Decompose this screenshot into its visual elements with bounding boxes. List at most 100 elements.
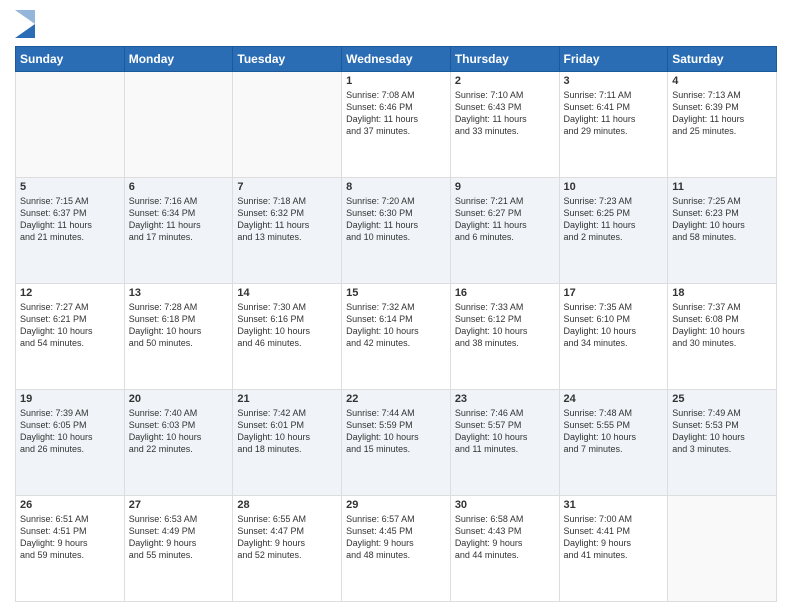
day-cell: 12 Sunrise: 7:27 AM Sunset: 6:21 PM Dayli… — [16, 284, 125, 390]
day-number: 4 — [672, 75, 772, 87]
day-cell: 26 Sunrise: 6:51 AM Sunset: 4:51 PM Dayli… — [16, 496, 125, 602]
day-info: Sunrise: 7:35 AM Sunset: 6:10 PM Dayligh… — [564, 301, 664, 350]
day-cell: 25 Sunrise: 7:49 AM Sunset: 5:53 PM Dayli… — [668, 390, 777, 496]
day-info: Sunrise: 7:18 AM Sunset: 6:32 PM Dayligh… — [237, 195, 337, 244]
day-number: 26 — [20, 499, 120, 511]
day-number: 2 — [455, 75, 555, 87]
day-number: 30 — [455, 499, 555, 511]
day-info: Sunrise: 7:25 AM Sunset: 6:23 PM Dayligh… — [672, 195, 772, 244]
day-cell: 27Sunrise: 6:53 AM Sunset: 4:49 PM Dayli… — [124, 496, 233, 602]
day-cell: 31 Sunrise: 7:00 AM Sunset: 4:41 PM Dayli… — [559, 496, 668, 602]
day-number: 14 — [237, 287, 337, 299]
day-number: 24 — [564, 393, 664, 405]
weekday-header-row: SundayMondayTuesdayWednesdayThursdayFrid… — [16, 47, 777, 72]
weekday-header-thursday: Thursday — [450, 47, 559, 72]
day-cell: 9 Sunrise: 7:21 AM Sunset: 6:27 PM Daylig… — [450, 178, 559, 284]
day-number: 23 — [455, 393, 555, 405]
day-cell: 11 Sunrise: 7:25 AM Sunset: 6:23 PM Dayli… — [668, 178, 777, 284]
day-cell: 30 Sunrise: 6:58 AM Sunset: 4:43 PM Dayli… — [450, 496, 559, 602]
day-info: Sunrise: 7:11 AM Sunset: 6:41 PM Dayligh… — [564, 89, 664, 138]
day-number: 12 — [20, 287, 120, 299]
day-number: 25 — [672, 393, 772, 405]
header — [15, 10, 777, 38]
day-info: Sunrise: 7:27 AM Sunset: 6:21 PM Dayligh… — [20, 301, 120, 350]
day-info: Sunrise: 7:46 AM Sunset: 5:57 PM Dayligh… — [455, 407, 555, 456]
day-cell: 13Sunrise: 7:28 AM Sunset: 6:18 PM Dayli… — [124, 284, 233, 390]
day-cell: 10 Sunrise: 7:23 AM Sunset: 6:25 PM Dayli… — [559, 178, 668, 284]
day-info: Sunrise: 6:55 AM Sunset: 4:47 PM Dayligh… — [237, 513, 337, 562]
day-info: Sunrise: 7:42 AM Sunset: 6:01 PM Dayligh… — [237, 407, 337, 456]
day-number: 13 — [129, 287, 229, 299]
day-number: 5 — [20, 181, 120, 193]
day-cell — [16, 72, 125, 178]
day-cell: 28 Sunrise: 6:55 AM Sunset: 4:47 PM Dayli… — [233, 496, 342, 602]
day-cell: 14 Sunrise: 7:30 AM Sunset: 6:16 PM Dayli… — [233, 284, 342, 390]
day-number: 27 — [129, 499, 229, 511]
day-number: 8 — [346, 181, 446, 193]
day-cell: 4 Sunrise: 7:13 AM Sunset: 6:39 PM Daylig… — [668, 72, 777, 178]
day-cell — [124, 72, 233, 178]
day-number: 29 — [346, 499, 446, 511]
day-cell: 19 Sunrise: 7:39 AM Sunset: 6:05 PM Dayli… — [16, 390, 125, 496]
weekday-header-tuesday: Tuesday — [233, 47, 342, 72]
day-cell: 6 Sunrise: 7:16 AM Sunset: 6:34 PM Daylig… — [124, 178, 233, 284]
day-info: Sunrise: 7:48 AM Sunset: 5:55 PM Dayligh… — [564, 407, 664, 456]
day-info: Sunrise: 7:39 AM Sunset: 6:05 PM Dayligh… — [20, 407, 120, 456]
day-number: 22 — [346, 393, 446, 405]
day-info: Sunrise: 7:21 AM Sunset: 6:27 PM Dayligh… — [455, 195, 555, 244]
day-number: 7 — [237, 181, 337, 193]
day-info: Sunrise: 7:30 AM Sunset: 6:16 PM Dayligh… — [237, 301, 337, 350]
week-row-5: 26 Sunrise: 6:51 AM Sunset: 4:51 PM Dayli… — [16, 496, 777, 602]
day-number: 6 — [129, 181, 229, 193]
day-number: 3 — [564, 75, 664, 87]
day-number: 15 — [346, 287, 446, 299]
day-info: Sunrise: 7:33 AM Sunset: 6:12 PM Dayligh… — [455, 301, 555, 350]
day-number: 11 — [672, 181, 772, 193]
week-row-3: 12 Sunrise: 7:27 AM Sunset: 6:21 PM Dayli… — [16, 284, 777, 390]
logo-icon — [15, 10, 35, 38]
day-number: 16 — [455, 287, 555, 299]
day-info: Sunrise: 7:08 AM Sunset: 6:46 PM Dayligh… — [346, 89, 446, 138]
day-cell: 23 Sunrise: 7:46 AM Sunset: 5:57 PM Dayli… — [450, 390, 559, 496]
day-number: 9 — [455, 181, 555, 193]
day-number: 31 — [564, 499, 664, 511]
day-cell: 5 Sunrise: 7:15 AM Sunset: 6:37 PM Daylig… — [16, 178, 125, 284]
day-info: Sunrise: 7:37 AM Sunset: 6:08 PM Dayligh… — [672, 301, 772, 350]
day-info: Sunrise: 7:15 AM Sunset: 6:37 PM Dayligh… — [20, 195, 120, 244]
day-info: Sunrise: 7:49 AM Sunset: 5:53 PM Dayligh… — [672, 407, 772, 456]
day-cell: 7 Sunrise: 7:18 AM Sunset: 6:32 PM Daylig… — [233, 178, 342, 284]
day-cell: 15Sunrise: 7:32 AM Sunset: 6:14 PM Dayli… — [342, 284, 451, 390]
day-cell: 22Sunrise: 7:44 AM Sunset: 5:59 PM Dayli… — [342, 390, 451, 496]
calendar-table: SundayMondayTuesdayWednesdayThursdayFrid… — [15, 46, 777, 602]
day-cell: 17Sunrise: 7:35 AM Sunset: 6:10 PM Dayli… — [559, 284, 668, 390]
day-info: Sunrise: 6:57 AM Sunset: 4:45 PM Dayligh… — [346, 513, 446, 562]
day-cell: 20Sunrise: 7:40 AM Sunset: 6:03 PM Dayli… — [124, 390, 233, 496]
page: SundayMondayTuesdayWednesdayThursdayFrid… — [0, 0, 792, 612]
day-cell — [233, 72, 342, 178]
day-number: 19 — [20, 393, 120, 405]
day-number: 1 — [346, 75, 446, 87]
day-info: Sunrise: 7:16 AM Sunset: 6:34 PM Dayligh… — [129, 195, 229, 244]
day-info: Sunrise: 7:00 AM Sunset: 4:41 PM Dayligh… — [564, 513, 664, 562]
day-number: 21 — [237, 393, 337, 405]
day-cell: 1 Sunrise: 7:08 AM Sunset: 6:46 PM Daylig… — [342, 72, 451, 178]
day-cell: 29 Sunrise: 6:57 AM Sunset: 4:45 PM Dayli… — [342, 496, 451, 602]
logo — [15, 10, 39, 38]
week-row-1: 1 Sunrise: 7:08 AM Sunset: 6:46 PM Daylig… — [16, 72, 777, 178]
day-number: 18 — [672, 287, 772, 299]
day-info: Sunrise: 7:23 AM Sunset: 6:25 PM Dayligh… — [564, 195, 664, 244]
day-info: Sunrise: 7:13 AM Sunset: 6:39 PM Dayligh… — [672, 89, 772, 138]
week-row-2: 5 Sunrise: 7:15 AM Sunset: 6:37 PM Daylig… — [16, 178, 777, 284]
day-number: 10 — [564, 181, 664, 193]
weekday-header-wednesday: Wednesday — [342, 47, 451, 72]
day-cell: 8 Sunrise: 7:20 AM Sunset: 6:30 PM Daylig… — [342, 178, 451, 284]
day-info: Sunrise: 6:58 AM Sunset: 4:43 PM Dayligh… — [455, 513, 555, 562]
day-number: 28 — [237, 499, 337, 511]
day-info: Sunrise: 7:20 AM Sunset: 6:30 PM Dayligh… — [346, 195, 446, 244]
weekday-header-friday: Friday — [559, 47, 668, 72]
day-info: Sunrise: 7:10 AM Sunset: 6:43 PM Dayligh… — [455, 89, 555, 138]
day-info: Sunrise: 6:51 AM Sunset: 4:51 PM Dayligh… — [20, 513, 120, 562]
day-cell: 16 Sunrise: 7:33 AM Sunset: 6:12 PM Dayli… — [450, 284, 559, 390]
day-cell: 2 Sunrise: 7:10 AM Sunset: 6:43 PM Daylig… — [450, 72, 559, 178]
day-cell: 3 Sunrise: 7:11 AM Sunset: 6:41 PM Daylig… — [559, 72, 668, 178]
